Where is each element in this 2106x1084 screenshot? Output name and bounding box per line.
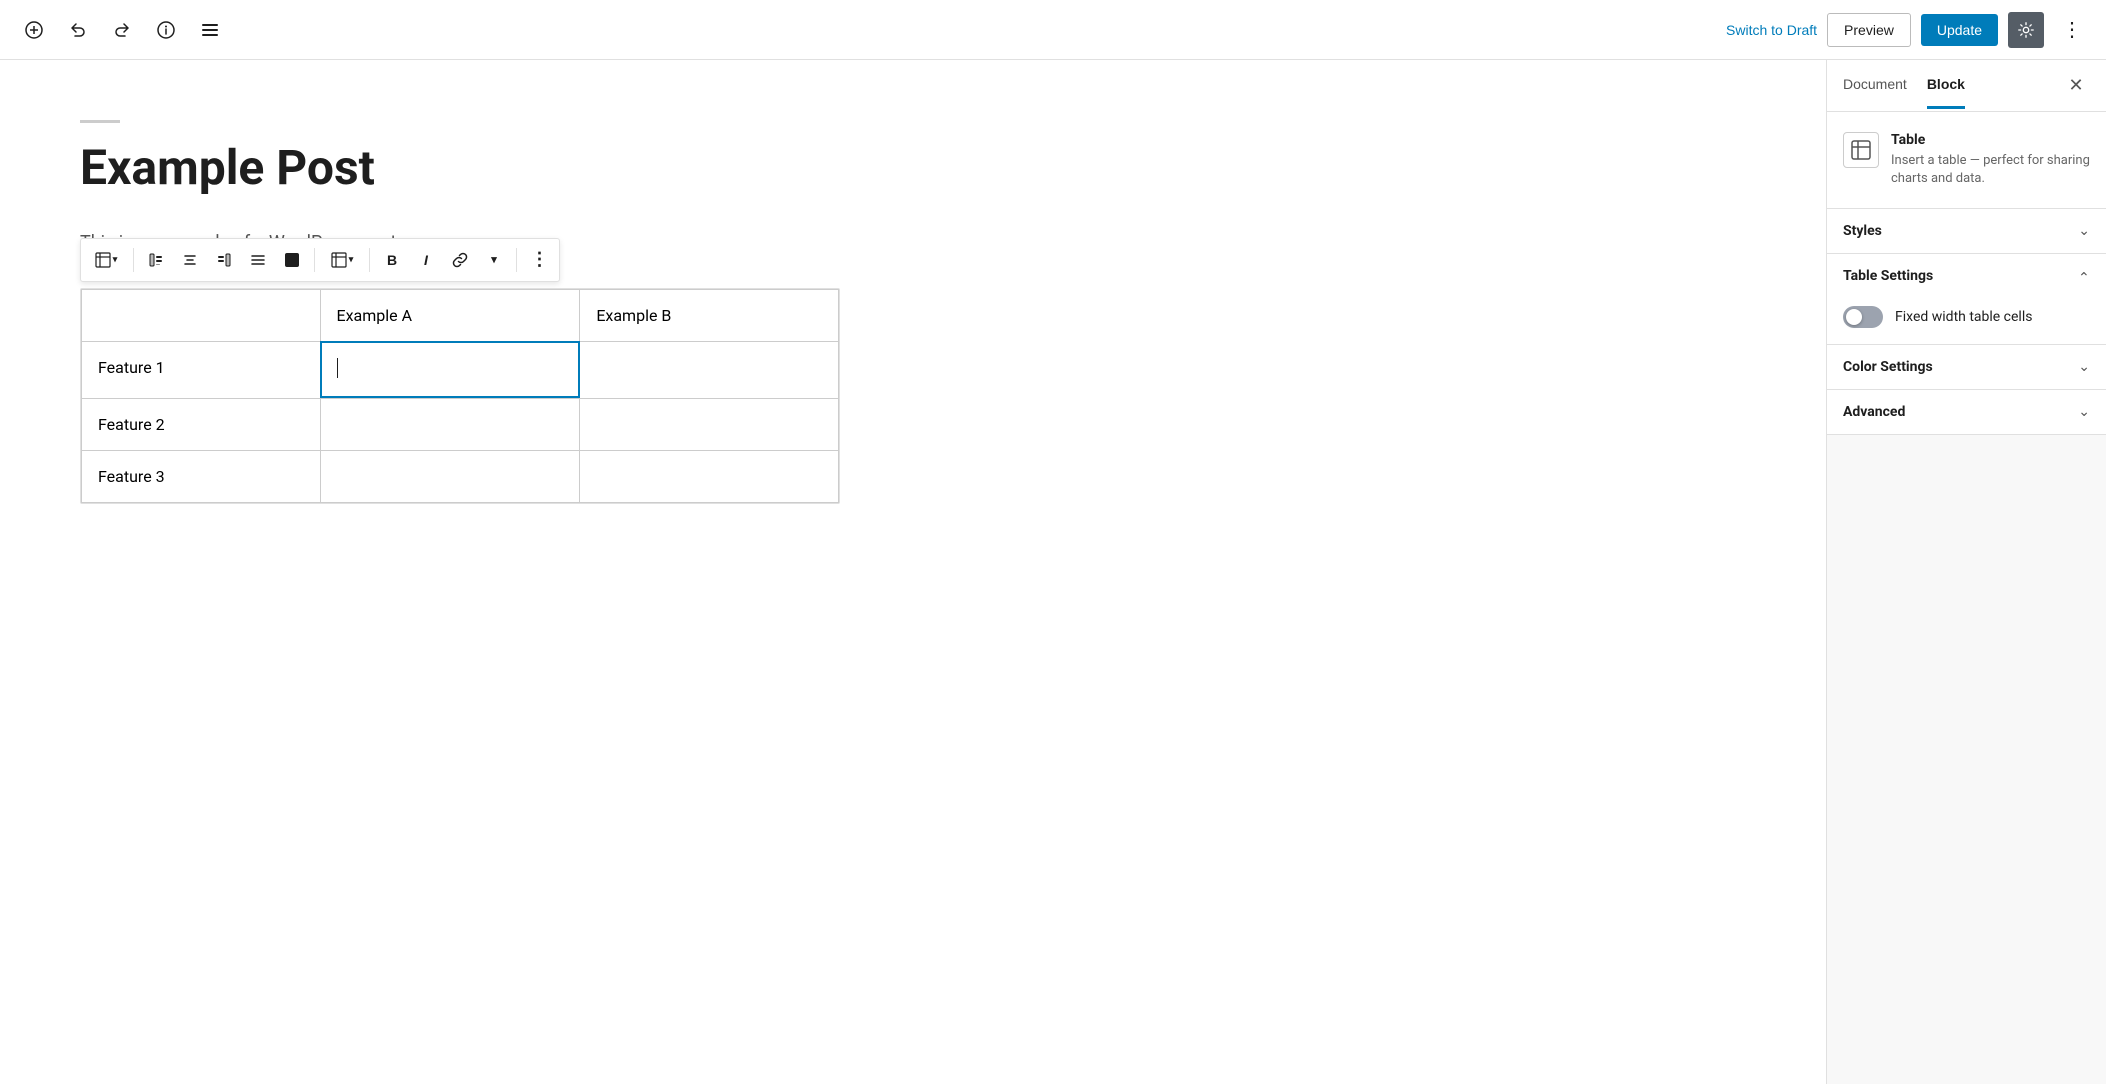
update-button[interactable]: Update — [1921, 14, 1998, 46]
toolbar-background-button[interactable] — [276, 244, 308, 276]
table-cell-1-1[interactable] — [320, 398, 580, 450]
panel-color-settings-header[interactable]: Color Settings ⌄ — [1827, 345, 2106, 389]
table-cell-2-2[interactable] — [580, 450, 839, 502]
table-row: Feature 1 — [82, 341, 839, 398]
panel-color-settings: Color Settings ⌄ — [1827, 345, 2106, 390]
table-row: Feature 3 — [82, 450, 839, 502]
fixed-width-toggle[interactable] — [1843, 306, 1883, 328]
top-bar-right: Switch to Draft Preview Update ⋮ — [1726, 12, 2090, 48]
table-cell-2-0[interactable]: Feature 3 — [82, 450, 321, 502]
toolbar-divider-1 — [133, 248, 134, 272]
table-row: Feature 2 — [82, 398, 839, 450]
more-options-button[interactable]: ⋮ — [2054, 12, 2090, 48]
table-cell-1-2[interactable] — [580, 398, 839, 450]
table-block[interactable]: Example A Example B Feature 1 Feature 2 — [80, 288, 840, 504]
toolbar-divider-4 — [516, 248, 517, 272]
redo-button[interactable] — [104, 12, 140, 48]
panel-styles-header[interactable]: Styles ⌄ — [1827, 209, 2106, 253]
table-block-wrapper: ▾ — [80, 288, 840, 504]
post-title-divider — [80, 120, 120, 123]
table-cell-0-2[interactable] — [580, 341, 839, 398]
main-area: Example Post This is an example of a Wor… — [0, 60, 2106, 1084]
toolbar-bold-button[interactable]: B — [376, 244, 408, 276]
preview-button[interactable]: Preview — [1827, 13, 1911, 47]
toolbar-divider-3 — [369, 248, 370, 272]
tab-document[interactable]: Document — [1843, 62, 1907, 109]
block-description: Insert a table — perfect for sharing cha… — [1891, 152, 2090, 188]
table-header-cell-1[interactable]: Example A — [320, 289, 580, 341]
undo-button[interactable] — [60, 12, 96, 48]
sidebar: Document Block ✕ Table Insert a table — … — [1826, 60, 2106, 1084]
sidebar-close-button[interactable]: ✕ — [2062, 72, 2090, 100]
color-settings-chevron-icon: ⌄ — [2078, 359, 2090, 375]
block-name: Table — [1891, 132, 2090, 148]
add-block-button[interactable] — [16, 12, 52, 48]
tab-block[interactable]: Block — [1927, 62, 1965, 109]
panel-color-settings-title: Color Settings — [1843, 359, 1933, 375]
panel-table-settings-content: Fixed width table cells — [1827, 298, 2106, 344]
table-cell-1-0[interactable]: Feature 2 — [82, 398, 321, 450]
panel-advanced-title: Advanced — [1843, 404, 1905, 420]
toolbar-table-type-button[interactable]: ▾ — [85, 244, 127, 276]
toolbar-align-left-button[interactable] — [140, 244, 172, 276]
panel-styles-title: Styles — [1843, 223, 1882, 239]
table-settings-chevron-icon: ⌄ — [2078, 268, 2090, 284]
block-info: Table Insert a table — perfect for shari… — [1827, 112, 2106, 209]
fixed-width-label: Fixed width table cells — [1895, 309, 2032, 325]
settings-button[interactable] — [2008, 12, 2044, 48]
panel-advanced: Advanced ⌄ — [1827, 390, 2106, 435]
fixed-width-setting-row: Fixed width table cells — [1843, 306, 2090, 328]
panel-table-settings-title: Table Settings — [1843, 268, 1933, 284]
panel-table-settings: Table Settings ⌄ Fixed width table cells — [1827, 254, 2106, 345]
table-cell-0-1[interactable] — [320, 341, 580, 398]
toolbar-align-full-button[interactable] — [242, 244, 274, 276]
toolbar-link-button[interactable] — [444, 244, 476, 276]
toolbar-more-rich-button[interactable]: ▾ — [478, 244, 510, 276]
panel-table-settings-header[interactable]: Table Settings ⌄ — [1827, 254, 2106, 298]
table-header-row: Example A Example B — [82, 289, 839, 341]
table-cell-2-1[interactable] — [320, 450, 580, 502]
info-button[interactable] — [148, 12, 184, 48]
block-list-button[interactable] — [192, 12, 228, 48]
table-header-cell-0[interactable] — [82, 289, 321, 341]
panel-advanced-header[interactable]: Advanced ⌄ — [1827, 390, 2106, 434]
toolbar-more-options-block-button[interactable]: ⋮ — [523, 244, 555, 276]
toolbar-italic-button[interactable]: I — [410, 244, 442, 276]
toolbar-align-right-button[interactable] — [208, 244, 240, 276]
advanced-chevron-icon: ⌄ — [2078, 404, 2090, 420]
sidebar-tabs: Document Block ✕ — [1827, 60, 2106, 112]
toolbar-align-center-button[interactable] — [174, 244, 206, 276]
table-header-cell-2[interactable]: Example B — [580, 289, 839, 341]
styles-chevron-icon: ⌄ — [2078, 223, 2090, 239]
toolbar-divider-2 — [314, 248, 315, 272]
top-bar-left — [16, 12, 228, 48]
post-title[interactable]: Example Post — [80, 139, 1746, 197]
switch-draft-button[interactable]: Switch to Draft — [1726, 22, 1817, 38]
toolbar-table-edit-button[interactable]: ▾ — [321, 244, 363, 276]
content-table: Example A Example B Feature 1 Feature 2 — [81, 289, 839, 503]
table-cell-0-0[interactable]: Feature 1 — [82, 341, 321, 398]
panel-styles: Styles ⌄ — [1827, 209, 2106, 254]
top-bar: Switch to Draft Preview Update ⋮ — [0, 0, 2106, 60]
editor[interactable]: Example Post This is an example of a Wor… — [0, 60, 1826, 1084]
block-toolbar: ▾ — [80, 238, 560, 282]
block-info-text: Table Insert a table — perfect for shari… — [1891, 132, 2090, 188]
post-title-area: Example Post — [80, 120, 1746, 197]
toggle-knob — [1846, 309, 1862, 325]
block-icon — [1843, 132, 1879, 168]
